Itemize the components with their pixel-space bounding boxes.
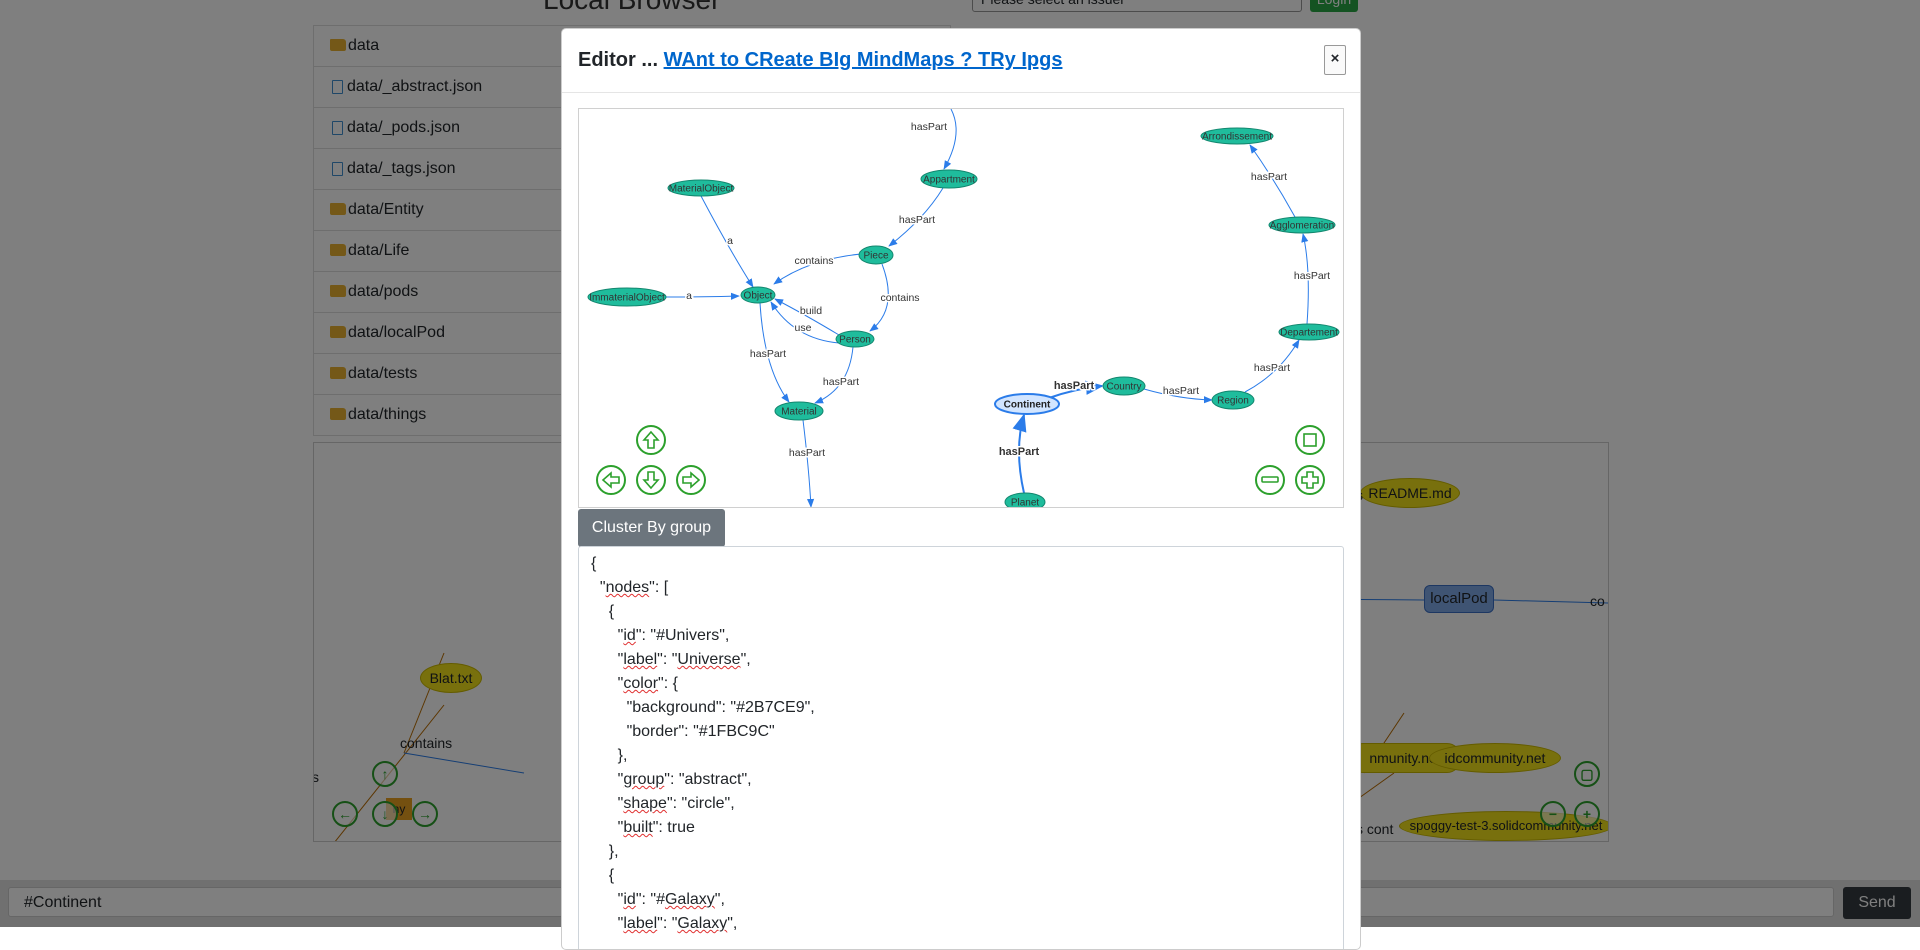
node-object[interactable]: Object xyxy=(740,286,776,304)
json-line: "color": { xyxy=(591,675,678,692)
modal-header: Editor ... WAnt to CReate BIg MindMaps ?… xyxy=(562,29,1360,93)
edge-label-contains: contains xyxy=(880,292,919,304)
node-materialobject[interactable]: MaterialObject xyxy=(667,179,735,197)
edge-label-a: a xyxy=(727,235,733,247)
node-person[interactable]: Person xyxy=(835,330,875,348)
node-agglomeration[interactable]: Agglomeration xyxy=(1268,216,1336,234)
edge-label-haspart: hasPart xyxy=(1251,171,1287,183)
edge-haspart[interactable] xyxy=(802,419,815,507)
edge-haspart[interactable] xyxy=(943,109,957,170)
edge-label-haspart: hasPart xyxy=(823,376,859,388)
node-label: Country xyxy=(1106,382,1141,393)
json-line: }, xyxy=(591,843,619,860)
node-label: MaterialObject xyxy=(669,184,734,195)
node-label: Agglomeration xyxy=(1270,221,1334,232)
node-planet[interactable]: Planet xyxy=(1004,492,1046,508)
close-button[interactable]: × xyxy=(1324,45,1346,75)
json-line: "border": "#1FBC9C" xyxy=(591,723,775,740)
network-canvas[interactable]: hasPart hasPart a contains a contains build use… xyxy=(578,108,1344,508)
json-line: "label": "Universe", xyxy=(591,651,751,668)
edge-label-haspart: hasPart xyxy=(999,446,1040,458)
json-line: "id": "#Galaxy", xyxy=(591,891,725,908)
json-line: { xyxy=(591,867,615,884)
json-line: "label": "Galaxy", xyxy=(591,915,738,932)
mindmap-link[interactable]: WAnt to CReate BIg MindMaps ? TRy Ipgs xyxy=(664,49,1063,71)
modal-title-prefix: Editor ... xyxy=(578,49,658,71)
node-material[interactable]: Material xyxy=(774,401,824,421)
json-line: { xyxy=(591,603,615,620)
json-line: "shape": "circle", xyxy=(591,795,735,812)
edge-a[interactable] xyxy=(665,292,740,300)
node-label: Region xyxy=(1217,396,1249,407)
node-immaterialobject[interactable]: ImmaterialObject xyxy=(587,287,667,307)
edge-label-haspart: hasPart xyxy=(911,121,947,133)
node-label: Appartment xyxy=(923,175,975,186)
edge-label-haspart: hasPart xyxy=(1054,380,1095,392)
edge-label-haspart: hasPart xyxy=(1163,385,1199,397)
edge-label-contains: contains xyxy=(794,255,833,267)
editor-modal: Editor ... WAnt to CReate BIg MindMaps ?… xyxy=(561,28,1361,950)
node-label: Material xyxy=(781,407,817,418)
nav-down-button[interactable] xyxy=(636,465,666,495)
json-line: "background": "#2B7CE9", xyxy=(591,699,815,716)
edge-haspart[interactable] xyxy=(814,346,854,404)
zoom-fit-button[interactable] xyxy=(1295,425,1325,455)
json-line: "built": true xyxy=(591,819,695,836)
node-label: Planet xyxy=(1011,498,1040,508)
edge-label-haspart: hasPart xyxy=(1254,362,1290,374)
json-line: "group": "abstract", xyxy=(591,771,752,788)
zoom-fit-icon xyxy=(1303,433,1317,447)
zoom-in-button[interactable] xyxy=(1295,465,1325,495)
json-editor-textarea[interactable]: { "nodes": [ { "id": "#Univers", "label"… xyxy=(578,546,1344,949)
edge-label-haspart: hasPart xyxy=(789,447,825,459)
json-line: "nodes": [ xyxy=(591,579,669,596)
json-line: { xyxy=(591,555,597,572)
node-departement[interactable]: Departement xyxy=(1278,323,1340,341)
edge-label-haspart: hasPart xyxy=(899,214,935,226)
edge-label-haspart: hasPart xyxy=(1294,270,1330,282)
node-label: Continent xyxy=(1004,400,1051,411)
modal-title: Editor ... WAnt to CReate BIg MindMaps ?… xyxy=(578,49,1062,72)
node-label: Person xyxy=(839,335,871,346)
node-label: Arrondissement xyxy=(1202,132,1272,143)
edge-label-haspart: hasPart xyxy=(750,348,786,360)
node-label: ImmaterialObject xyxy=(589,293,665,304)
nav-left-button[interactable] xyxy=(596,465,626,495)
json-line: "id": "#Univers", xyxy=(591,627,730,644)
minus-icon xyxy=(1261,476,1279,483)
cluster-by-group-button[interactable]: Cluster By group xyxy=(578,509,725,547)
node-country[interactable]: Country xyxy=(1102,376,1146,396)
nav-up-button[interactable] xyxy=(636,425,666,455)
edge-label-a: a xyxy=(686,290,692,302)
node-piece[interactable]: Piece xyxy=(858,245,894,265)
node-appartment[interactable]: Appartment xyxy=(920,169,978,189)
edge-label-use: use xyxy=(795,322,812,334)
network-svg[interactable]: hasPart hasPart a contains a contains build use… xyxy=(579,109,1343,507)
edge-label-build: build xyxy=(800,305,822,317)
node-label: Piece xyxy=(863,251,888,262)
node-label: Object xyxy=(744,291,773,302)
nav-right-button[interactable] xyxy=(676,465,706,495)
json-line: }, xyxy=(591,747,628,764)
node-arrondissement[interactable]: Arrondissement xyxy=(1200,127,1274,145)
node-region[interactable]: Region xyxy=(1211,390,1255,410)
zoom-out-button[interactable] xyxy=(1255,465,1285,495)
node-label: Departement xyxy=(1280,328,1338,339)
node-continent[interactable]: Continent xyxy=(994,393,1060,415)
